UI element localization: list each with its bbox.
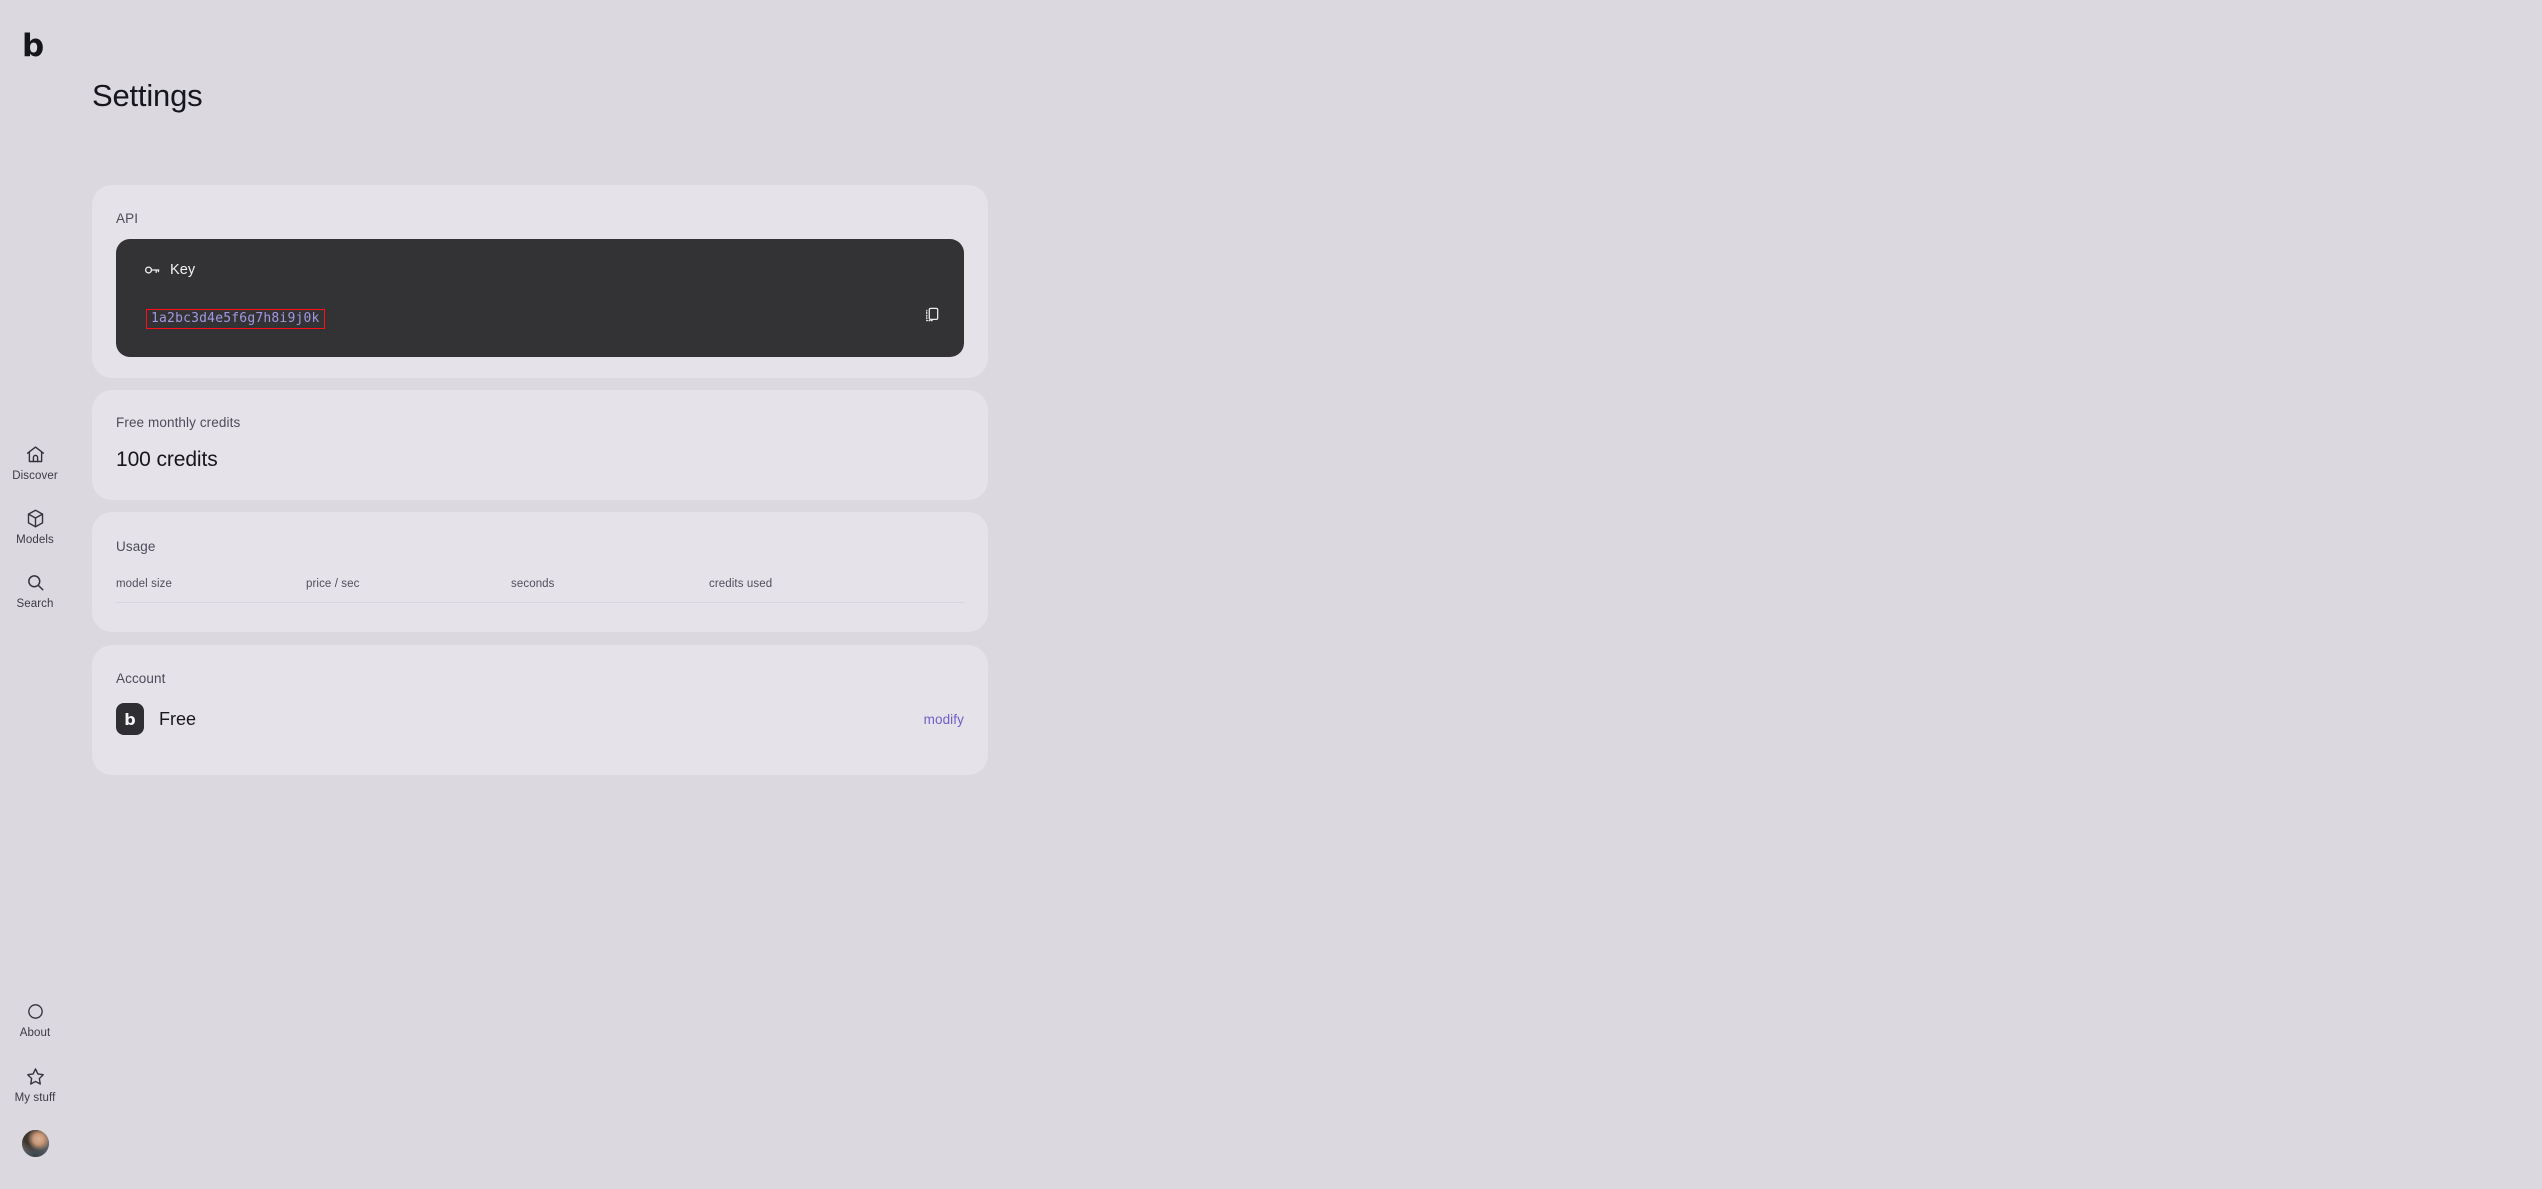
plan-name: Free	[159, 708, 197, 729]
avatar-image	[21, 1130, 49, 1157]
avatar[interactable]	[21, 1130, 49, 1157]
account-plan-row: b Free modify	[116, 702, 964, 736]
star-icon	[24, 1065, 46, 1087]
api-key-title: Key	[170, 261, 196, 278]
cube-icon	[24, 507, 46, 529]
usage-card: Usage model size price / sec seconds cre…	[92, 512, 988, 632]
credits-card: Free monthly credits 100 credits	[92, 390, 988, 500]
api-key-header: Key	[142, 260, 195, 279]
sidebar-item-search[interactable]: Search	[4, 571, 66, 610]
sidebar-item-models[interactable]: Models	[4, 507, 66, 546]
search-icon	[24, 571, 46, 593]
usage-table: model size price / sec seconds credits u…	[116, 578, 964, 603]
api-card: API Key 1a2bc3d4e5f6g7h8i9j0k	[92, 185, 988, 378]
sidebar-item-discover[interactable]: Discover	[4, 443, 66, 482]
usage-column-credits-used: credits used	[709, 578, 773, 590]
sidebar-item-about[interactable]: About	[4, 1000, 66, 1039]
account-card: Account b Free modify	[92, 645, 988, 775]
account-section-label: Account	[116, 671, 166, 686]
api-section-label: API	[116, 211, 139, 226]
key-icon	[142, 260, 161, 279]
usage-column-model-size: model size	[116, 578, 172, 590]
sidebar-nav-main: Discover Models Search	[0, 443, 70, 610]
sidebar-item-label: My stuff	[14, 1092, 56, 1104]
usage-section-label: Usage	[116, 539, 156, 554]
sidebar-item-label: Discover	[12, 470, 58, 482]
credits-value: 100 credits	[116, 448, 218, 471]
sidebar-item-my-stuff[interactable]: My stuff	[4, 1065, 66, 1104]
home-icon	[24, 443, 46, 465]
plan-badge: b	[116, 703, 144, 735]
page-title: Settings	[92, 78, 203, 113]
sidebar-item-label: About	[19, 1027, 51, 1039]
sidebar-nav-bottom: About My stuff	[0, 1000, 70, 1157]
api-key-panel: Key 1a2bc3d4e5f6g7h8i9j0k	[116, 239, 964, 357]
usage-column-price-per-sec: price / sec	[306, 578, 360, 590]
modify-plan-link[interactable]: modify	[924, 712, 964, 727]
circle-icon	[24, 1000, 46, 1022]
credits-section-label: Free monthly credits	[116, 415, 241, 430]
sidebar: b Discover Models Search About My stuff	[0, 0, 70, 1189]
brand-logo[interactable]: b	[22, 30, 48, 64]
main-content: Settings API Key 1a2bc3d4e5f6g7h8i9j0k F…	[0, 0, 2542, 1189]
copy-icon[interactable]	[918, 301, 944, 327]
usage-table-header-row: model size price / sec seconds credits u…	[116, 578, 964, 603]
api-key-value[interactable]: 1a2bc3d4e5f6g7h8i9j0k	[146, 309, 325, 329]
sidebar-item-label: Search	[16, 598, 54, 610]
usage-column-seconds: seconds	[511, 578, 555, 590]
sidebar-item-label: Models	[16, 534, 54, 546]
